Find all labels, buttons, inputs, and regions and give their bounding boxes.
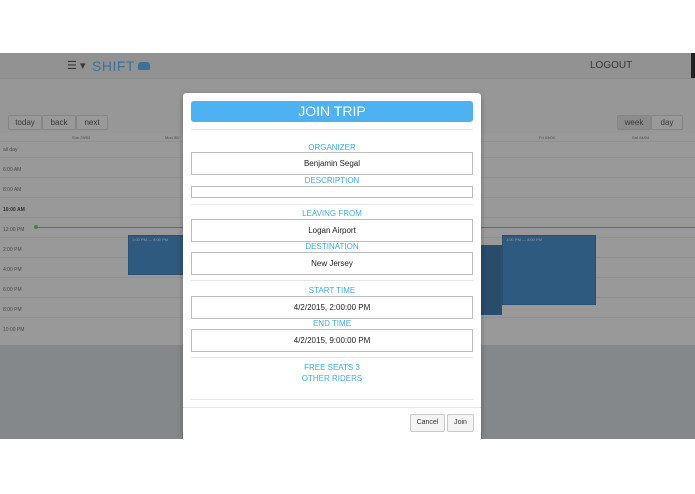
modal-footer-divider	[183, 407, 481, 408]
join-trip-modal: JOIN TRIP ORGANIZER Benjamin Segal DESCR…	[183, 93, 481, 439]
app-stage: ☰ ▾ SHIFT LOGOUT today back next week da…	[0, 53, 695, 439]
divider	[191, 204, 473, 205]
start-time-field: 4/2/2015, 2:00:00 PM	[191, 296, 473, 319]
destination-label: DESTINATION	[305, 242, 359, 251]
leaving-from-label: LEAVING FROM	[302, 209, 362, 218]
description-label: DESCRIPTION	[304, 176, 360, 185]
organizer-field: Benjamin Segal	[191, 152, 473, 175]
divider	[191, 357, 473, 358]
end-time-field: 4/2/2015, 9:00:00 PM	[191, 329, 473, 352]
modal-title: JOIN TRIP	[191, 101, 473, 122]
organizer-label: ORGANIZER	[308, 143, 356, 152]
divider	[191, 280, 473, 281]
cancel-button[interactable]: Cancel	[410, 414, 445, 432]
leaving-from-field: Logan Airport	[191, 219, 473, 242]
join-button[interactable]: Join	[447, 414, 474, 432]
other-riders-label: OTHER RIDERS	[301, 374, 363, 383]
divider	[191, 399, 473, 400]
description-field	[191, 186, 473, 198]
window-edge	[691, 53, 695, 78]
destination-field: New Jersey	[191, 252, 473, 275]
divider	[191, 129, 473, 130]
start-time-label: START TIME	[308, 286, 356, 295]
end-time-label: END TIME	[312, 319, 352, 328]
free-seats-label: FREE SEATS 3	[304, 363, 360, 372]
